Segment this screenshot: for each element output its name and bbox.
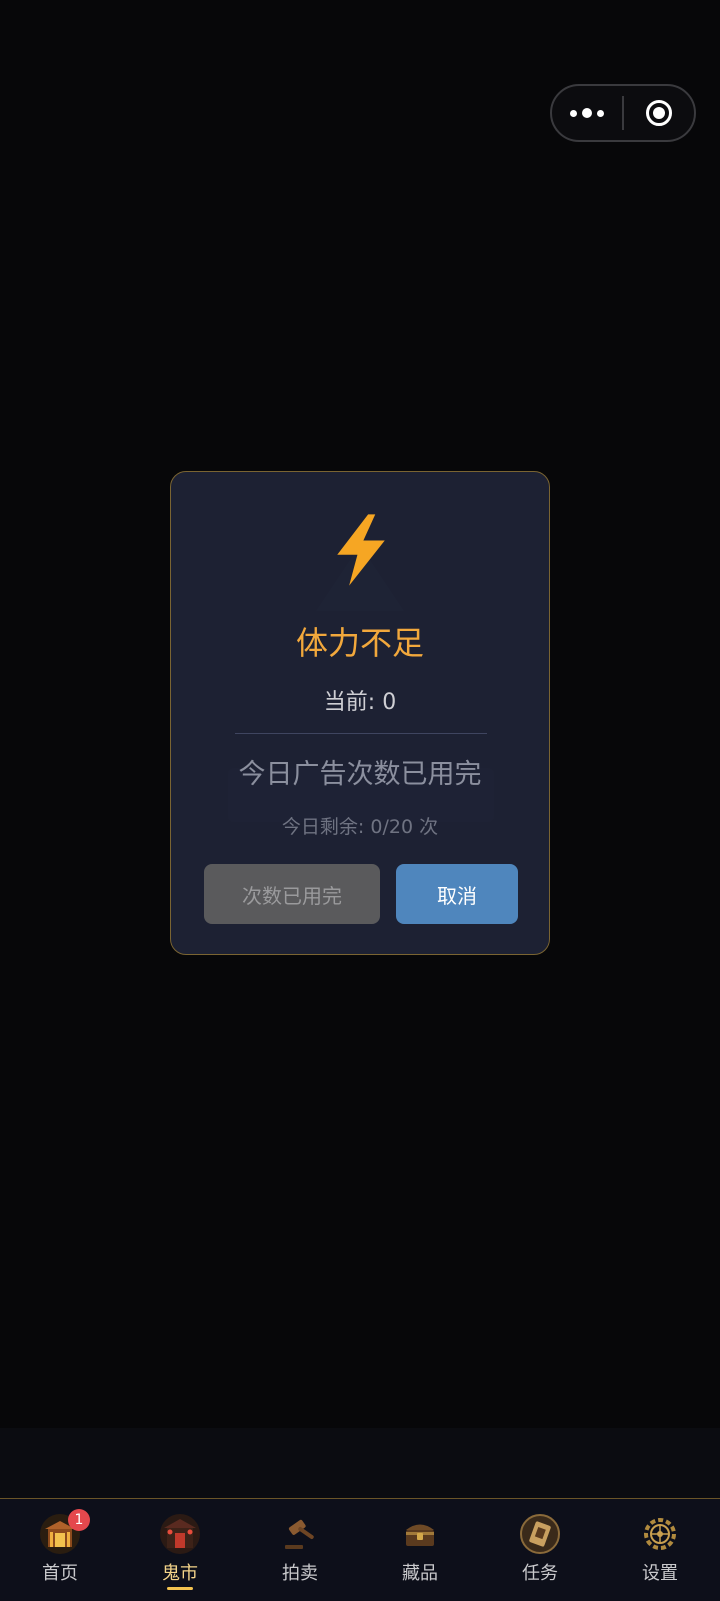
stamina-dialog: 体力不足 当前: 0 今日广告次数已用完 今日剩余: 0/20 次 次数已用完 … [170,471,550,955]
tab-collection[interactable]: 藏品 [360,1499,480,1601]
notification-badge: 1 [68,1509,90,1531]
chest-icon [399,1513,441,1555]
remaining-count: 今日剩余: 0/20 次 [281,816,439,838]
tab-label: 任务 [522,1563,558,1584]
dialog-title: 体力不足 [295,624,424,662]
tabbar-backdrop [0,1428,720,1498]
active-tab-indicator [167,1587,193,1590]
divider [235,733,487,734]
tab-settings[interactable]: 设置 [600,1499,720,1601]
miniprogram-capsule [550,84,696,142]
tab-tasks[interactable]: 任务 [480,1499,600,1601]
tab-label: 鬼市 [162,1563,198,1584]
target-icon [646,100,672,126]
lightning-icon [337,514,385,586]
current-stamina: 当前: 0 [323,690,397,715]
more-button[interactable] [552,86,622,140]
tab-label: 藏品 [402,1563,438,1584]
tab-market[interactable]: 鬼市 [120,1499,240,1601]
used-up-button[interactable]: 次数已用完 [204,864,380,924]
close-miniprogram-button[interactable] [624,86,694,140]
gavel-icon [279,1513,321,1555]
gear-icon [639,1513,681,1555]
tab-label: 拍卖 [282,1563,318,1584]
tab-auction[interactable]: 拍卖 [240,1499,360,1601]
scroll-icon [519,1513,561,1555]
cancel-button[interactable]: 取消 [396,864,518,924]
tab-label: 首页 [42,1563,78,1584]
tab-home[interactable]: 1 首页 [0,1499,120,1601]
tab-label: 设置 [642,1563,678,1584]
bottom-tabbar: 1 首页 鬼市 拍卖 藏品 任务 设置 [0,1498,720,1601]
market-icon [159,1513,201,1555]
more-dots-icon [570,108,604,118]
ad-limit-message: 今日广告次数已用完 [238,759,482,790]
